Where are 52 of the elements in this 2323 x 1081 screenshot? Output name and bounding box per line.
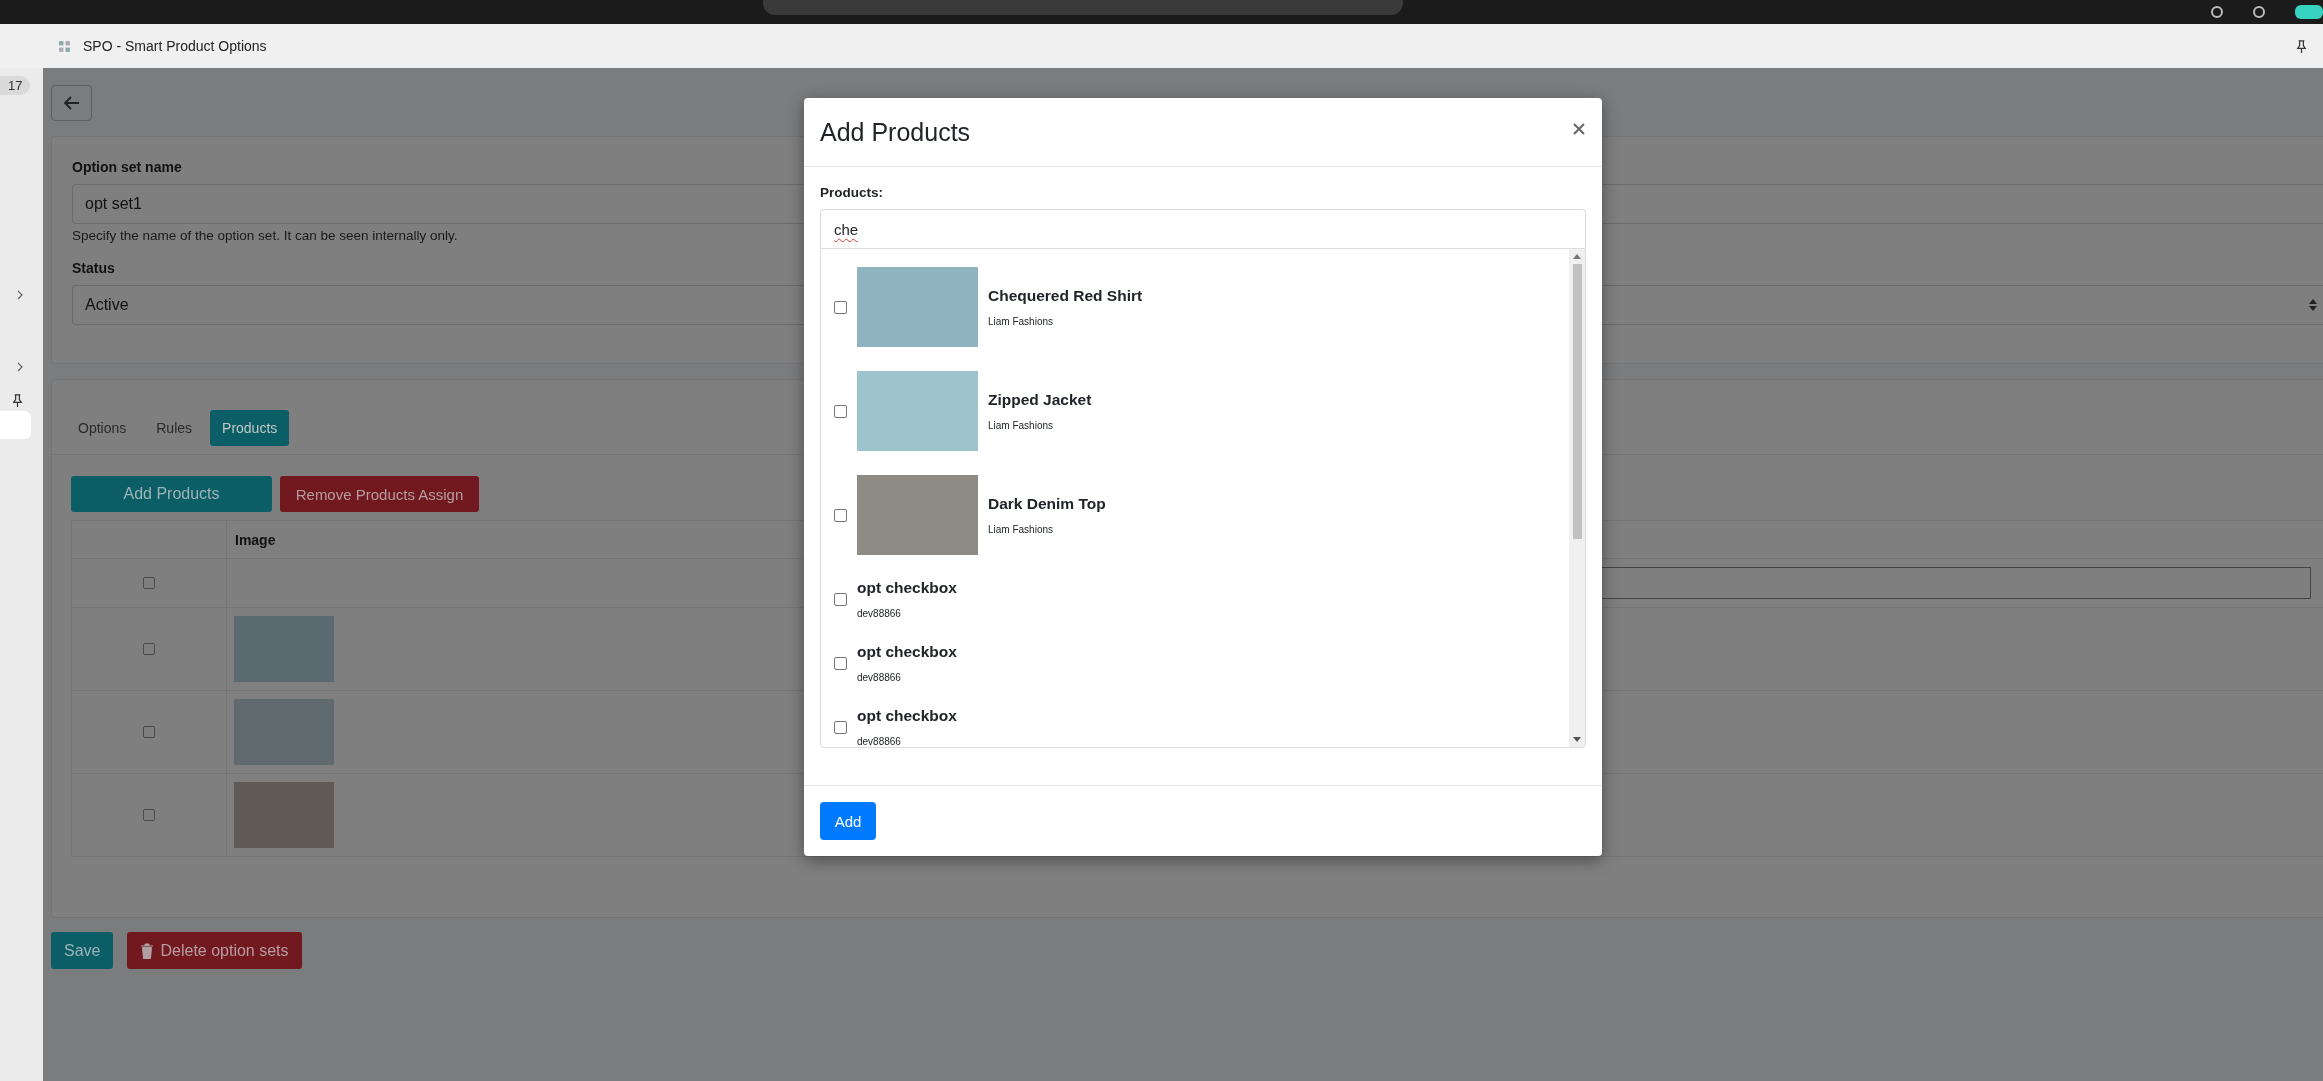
sort-icon — [2309, 299, 2317, 311]
chevron-right-icon[interactable] — [15, 290, 25, 300]
checkbox[interactable] — [143, 577, 155, 589]
vendor-name: Liam Fashions — [988, 420, 1055, 431]
vendor-name: dev88866 — [857, 736, 902, 747]
scroll-up-icon[interactable] — [1573, 254, 1581, 259]
field-label: Option set name — [72, 159, 183, 175]
product-name: Dark Denim Top — [988, 495, 1106, 513]
product-name: opt checkbox — [857, 643, 957, 661]
checkbox[interactable] — [834, 720, 847, 734]
checkbox[interactable] — [143, 643, 155, 655]
checkbox[interactable] — [834, 656, 847, 670]
checkbox[interactable] — [834, 508, 847, 522]
add-button[interactable]: Add — [820, 802, 876, 840]
remove-button[interactable]: Remove Products Assign — [280, 476, 479, 512]
app-title: SPO - Smart Product Options — [83, 38, 267, 54]
tab[interactable]: Rules — [144, 410, 205, 446]
grid-icon — [58, 39, 71, 53]
avatar[interactable] — [2295, 5, 2323, 19]
count-badge: 17 — [0, 76, 31, 95]
vendor-name: Liam Fashions — [988, 316, 1055, 327]
pin-icon[interactable] — [2294, 38, 2309, 54]
scrollbar[interactable] — [1569, 249, 1585, 747]
product-name: Chequered Red Shirt — [988, 287, 1143, 305]
tab[interactable]: Products — [210, 410, 290, 446]
delete-button[interactable]: Delete option sets — [127, 932, 302, 969]
column-header: Image — [234, 530, 276, 550]
vendor-name: Liam Fashions — [988, 524, 1055, 535]
checkbox[interactable] — [834, 300, 847, 314]
checkbox[interactable] — [834, 592, 847, 606]
trash-icon — [140, 942, 155, 959]
tab[interactable]: Options — [66, 410, 139, 446]
checkbox[interactable] — [143, 809, 155, 821]
add-button[interactable]: Add Products — [71, 476, 272, 512]
pin-icon[interactable] — [10, 393, 25, 408]
checkbox[interactable] — [834, 404, 847, 418]
checkbox[interactable] — [143, 726, 155, 738]
vendor-name: dev88866 — [857, 608, 902, 619]
product-name: Zipped Jacket — [988, 391, 1092, 409]
product-name: opt checkbox — [857, 707, 957, 725]
save-button[interactable]: Save — [51, 932, 114, 969]
field-label: Products: — [820, 185, 884, 200]
help-text: Specify the name of the option set. It can be seen internally only. — [72, 228, 458, 243]
field-label: Status — [72, 260, 116, 276]
close-icon[interactable] — [1573, 123, 1585, 135]
vendor-name: dev88866 — [857, 672, 902, 683]
search-field[interactable]: che — [820, 209, 1586, 248]
chevron-right-icon[interactable] — [15, 362, 25, 372]
scroll-down-icon[interactable] — [1573, 737, 1581, 742]
product-name: opt checkbox — [857, 579, 957, 597]
dialog-title: Add Products — [820, 117, 971, 147]
back-button[interactable] — [51, 85, 92, 121]
